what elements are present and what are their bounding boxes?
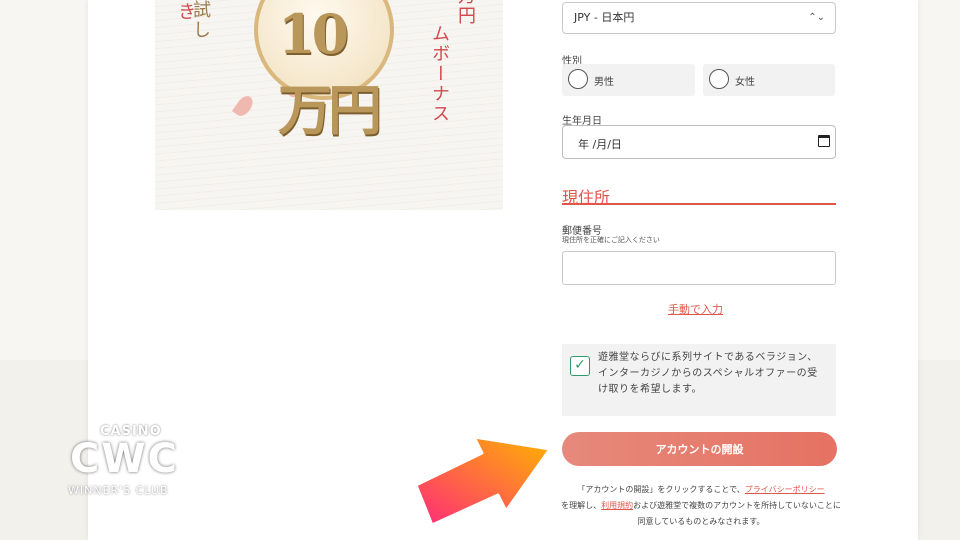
terms-text-3: および遊雅堂で複数のアカウントを所持していないことに同意しているものとみなされま… — [633, 501, 841, 526]
section-divider — [562, 203, 836, 205]
marketing-optin[interactable]: ✓ 遊雅堂ならびに系列サイトであるベラジョン、インターカジノからのスペシャルオフ… — [562, 344, 836, 416]
terms-notice: 「アカウントの開設」をクリックすることで、プライバシーポリシー を理解し、利用規… — [560, 482, 842, 530]
terms-of-use-link[interactable]: 利用規約 — [601, 501, 633, 510]
logo-winners-text: WINNER'S CLUB — [68, 484, 169, 497]
postal-code-hint: 現住所を正確にご記入ください — [562, 236, 660, 244]
promo-text-col1b: 付き — [175, 0, 196, 22]
promo-text-col3: 万円 — [455, 0, 476, 26]
terms-text-1: 「アカウントの開設」をクリックすることで、 — [577, 485, 745, 494]
optin-text: 遊雅堂ならびに系列サイトであるベラジョン、インターカジノからのスペシャルオファー… — [598, 352, 818, 395]
logo-cwc-text: CWC — [70, 436, 179, 482]
gender-option-label: 女性 — [735, 77, 755, 88]
privacy-policy-link[interactable]: プライバシーポリシー — [745, 485, 825, 494]
gender-option-female[interactable]: 女性 — [703, 64, 835, 96]
currency-value: JPY - 日本円 — [574, 11, 635, 24]
gender-option-male[interactable]: 男性 — [562, 64, 695, 96]
calendar-icon[interactable] — [818, 135, 830, 147]
chevron-updown-icon: ⌃⌄ — [808, 12, 825, 23]
coin-amount: 10万円 — [278, 2, 382, 142]
checkmark-icon[interactable]: ✓ — [570, 356, 590, 376]
open-account-button[interactable]: アカウントの開設 — [562, 432, 837, 466]
gender-option-label: 男性 — [594, 77, 614, 88]
radio-circle-icon — [709, 69, 729, 89]
petal-decoration — [231, 92, 257, 120]
birthdate-value: 年 /月/日 — [578, 138, 622, 151]
pointer-arrow-icon — [414, 435, 552, 525]
currency-select[interactable]: JPY - 日本円 ⌃⌄ — [562, 2, 836, 34]
radio-circle-icon — [568, 69, 588, 89]
terms-text-2: を理解し、 — [561, 501, 602, 510]
promo-text-col4: ムボーナス — [429, 24, 450, 124]
manual-entry-link[interactable]: 手動で入力 — [668, 301, 723, 317]
postal-code-input[interactable] — [562, 251, 836, 285]
birthdate-input[interactable]: 年 /月/日 — [562, 125, 836, 159]
